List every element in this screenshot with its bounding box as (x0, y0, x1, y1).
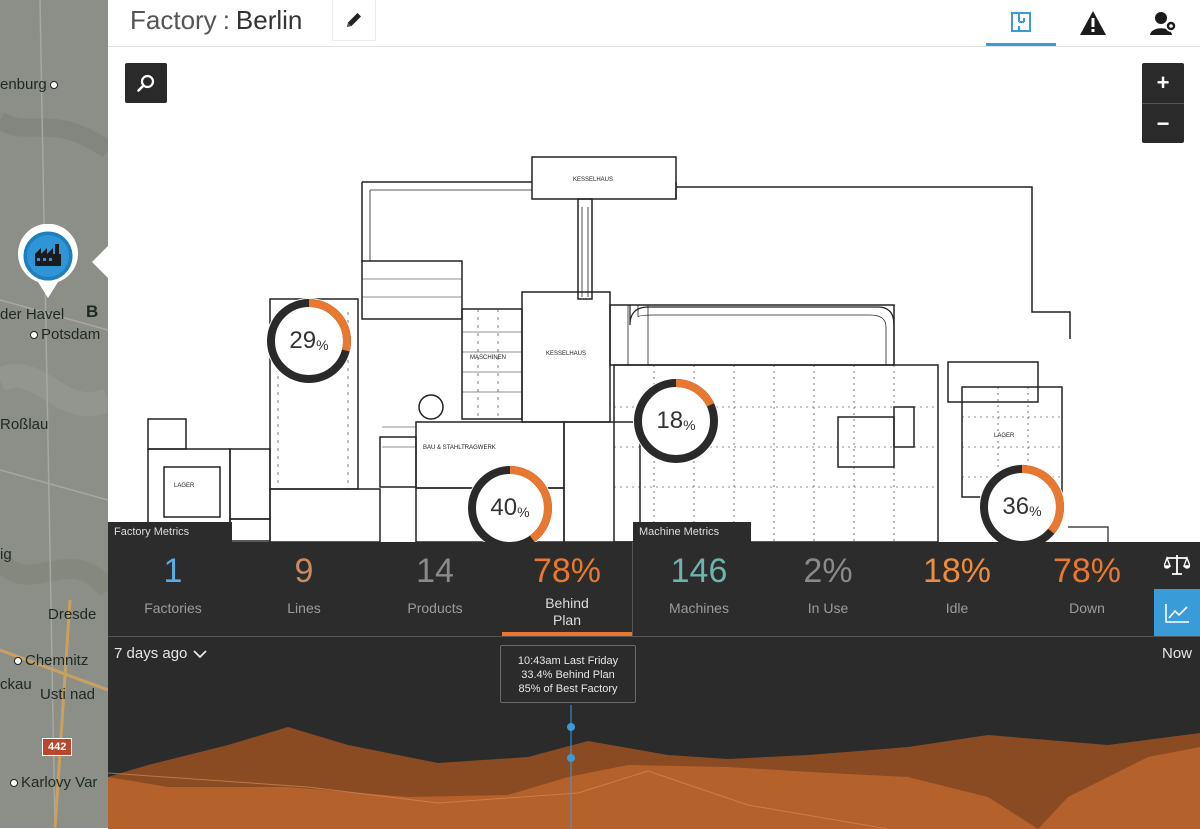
metric-lines[interactable]: 9 Lines (239, 550, 369, 617)
metric-value: 2% (803, 552, 853, 590)
metric-label: Down (1069, 600, 1105, 616)
metric-value: 78% (1052, 552, 1122, 590)
map-background (0, 0, 108, 828)
time-range-label: 7 days ago (114, 645, 188, 662)
zoom-controls: + − (1142, 63, 1184, 143)
timeline-panel[interactable]: 7 days ago Now 10:43am Last Friday 33.4%… (108, 636, 1200, 829)
map-city-label: Roßlau (0, 416, 49, 433)
pencil-icon (347, 13, 361, 27)
page-title: Factory: Berlin (130, 5, 302, 36)
metric-label: In Use (807, 600, 849, 616)
metric-value: 78% (532, 552, 602, 590)
utilization-gauge[interactable]: 18% (630, 375, 722, 467)
metric-label: Behind Plan (545, 595, 589, 628)
svg-text:LAGER: LAGER (994, 433, 1015, 439)
svg-text:KESSELHAUS: KESSELHAUS (546, 351, 586, 357)
metric-value: 14 (416, 552, 454, 590)
metric-behind-plan[interactable]: 78% Behind Plan (502, 550, 632, 629)
now-label: Now (1161, 645, 1192, 662)
chevron-down-icon (193, 649, 208, 658)
time-range-dropdown[interactable]: 7 days ago (114, 645, 208, 662)
view-mode-buttons (1154, 542, 1200, 636)
panel-pointer-arrow (92, 246, 108, 278)
tab-users[interactable] (1128, 0, 1198, 46)
metric-down[interactable]: 78% Down (1022, 550, 1152, 617)
tab-floorplan[interactable] (986, 0, 1056, 46)
metric-value: 18% (922, 552, 992, 590)
metric-value: 146 (670, 552, 728, 590)
floorplan-icon (1011, 11, 1031, 32)
tooltip-behind-plan: 33.4% Behind Plan (521, 669, 615, 681)
trend-button[interactable] (1154, 589, 1200, 636)
utilization-gauge[interactable]: 29% (263, 295, 355, 387)
title-label: Factory (130, 5, 217, 35)
metric-value: 1 (163, 552, 183, 590)
map-city-label: Chemnitz (14, 652, 88, 669)
title-separator: : (222, 5, 230, 35)
line-chart-icon (1165, 603, 1189, 623)
map-city-label: enburg (0, 76, 58, 93)
metric-in-use[interactable]: 2% In Use (763, 550, 893, 617)
timeline-area-chart (108, 705, 1200, 829)
timeline-tooltip: 10:43am Last Friday 33.4% Behind Plan 85… (500, 645, 636, 703)
header-bar: Factory: Berlin (108, 0, 1200, 47)
svg-text:MASCHINEN: MASCHINEN (470, 355, 506, 361)
map-city-label: Karlovy Var (10, 774, 97, 791)
metric-machines[interactable]: 146 Machines (634, 550, 764, 617)
factory-metrics-tab[interactable]: Factory Metrics (108, 522, 232, 542)
user-location-icon (1150, 12, 1177, 35)
map-panel[interactable]: enburg der Havel B Potsdam Roßlau ig Dre… (0, 0, 108, 828)
map-city-label: Usti nad (40, 686, 96, 703)
metric-label: Machines (669, 600, 729, 616)
floorplan-view[interactable]: KESSELHAUS KESSELHAUS MASCHINEN BAU & ST… (108, 47, 1200, 551)
metric-factories[interactable]: 1 Factories (108, 550, 238, 617)
machine-metrics-tab[interactable]: Machine Metrics (633, 522, 751, 542)
svg-text:LAGER: LAGER (174, 483, 195, 489)
svg-text:KESSELHAUS: KESSELHAUS (573, 177, 613, 183)
utilization-gauge[interactable]: 40% (464, 462, 556, 554)
metric-label: Products (407, 600, 463, 616)
search-icon (137, 74, 155, 92)
gauge-value: 36% (1002, 493, 1042, 520)
search-button[interactable] (125, 63, 167, 103)
map-city-label: Dresde (48, 606, 97, 623)
balance-scale-icon (1164, 555, 1190, 575)
tooltip-time: 10:43am Last Friday (517, 655, 619, 667)
metric-label: Lines (287, 600, 321, 616)
metrics-panel: 1 Factories 9 Lines 14 Products 78% Behi… (108, 542, 1154, 636)
tooltip-best-factory: 85% of Best Factory (518, 683, 618, 695)
edit-title-button[interactable] (332, 0, 376, 41)
metric-label: Factories (144, 600, 202, 616)
warning-icon (1080, 11, 1106, 35)
map-city-label: ckau (0, 676, 32, 693)
tab-alerts[interactable] (1058, 0, 1128, 46)
factory-location-pin[interactable] (16, 224, 80, 300)
map-city-label: ig (0, 546, 12, 563)
zoom-in-button[interactable]: + (1142, 63, 1184, 103)
gauge-value: 40% (490, 494, 530, 521)
metric-label: Idle (945, 600, 969, 616)
gauge-value: 18% (656, 407, 696, 434)
road-number-badge: 442 (42, 738, 73, 756)
metric-idle[interactable]: 18% Idle (892, 550, 1022, 617)
utilization-gauge[interactable]: 36% (976, 461, 1068, 553)
metrics-divider (632, 542, 633, 636)
timeline-cursor-dot[interactable] (567, 754, 575, 762)
map-city-label: der Havel (0, 306, 65, 323)
metric-products[interactable]: 14 Products (370, 550, 500, 617)
metric-value: 9 (294, 552, 314, 590)
timeline-cursor-dot[interactable] (567, 723, 575, 731)
svg-text:BAU & STAHLTRAGWERK: BAU & STAHLTRAGWERK (423, 445, 496, 451)
map-city-label: Potsdam (30, 326, 100, 343)
map-city-label: B (86, 302, 99, 321)
zoom-out-button[interactable]: − (1142, 104, 1184, 144)
gauge-value: 29% (289, 327, 329, 354)
compare-button[interactable] (1154, 542, 1200, 588)
factory-name: Berlin (235, 5, 303, 35)
